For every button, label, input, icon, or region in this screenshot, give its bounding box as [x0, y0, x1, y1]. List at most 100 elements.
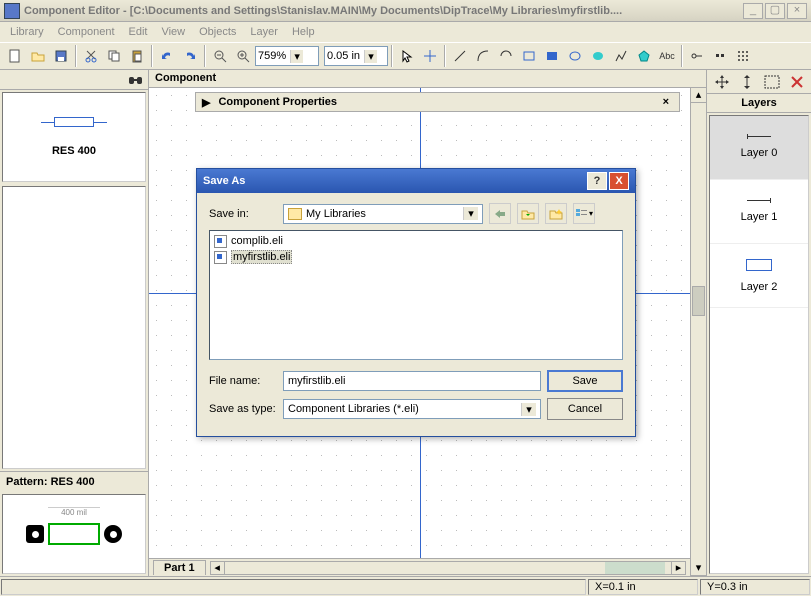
menu-library[interactable]: Library	[4, 24, 50, 40]
file-name-1: myfirstlib.eli	[231, 250, 292, 264]
pad-left-icon	[26, 525, 44, 543]
new-icon[interactable]	[4, 45, 26, 67]
window-title: Component Editor - [C:\Documents and Set…	[24, 5, 743, 17]
origin-icon[interactable]	[709, 45, 731, 67]
zoom-value: 759%	[258, 50, 286, 62]
zoom-select[interactable]: 759%▾	[255, 46, 319, 66]
footprint-body-icon	[48, 523, 100, 545]
type-combo[interactable]: Component Libraries (*.eli) ▾	[283, 399, 541, 419]
menu-view[interactable]: View	[155, 24, 191, 40]
app-icon	[4, 3, 20, 19]
titlebar: Component Editor - [C:\Documents and Set…	[0, 0, 811, 22]
pointer-icon[interactable]	[396, 45, 418, 67]
pattern-label: Pattern: RES 400	[0, 471, 148, 492]
select-rect-icon[interactable]	[764, 75, 780, 89]
library-list[interactable]	[2, 186, 146, 469]
grid-select[interactable]: 0.05 in▾	[324, 46, 388, 66]
cancel-button[interactable]: Cancel	[547, 398, 623, 420]
save-icon[interactable]	[50, 45, 72, 67]
layers-title: Layers	[707, 94, 811, 113]
binoculars-icon[interactable]	[128, 73, 144, 87]
menubar: Library Component Edit View Objects Laye…	[0, 22, 811, 42]
move-icon[interactable]	[714, 74, 730, 90]
close-button[interactable]: ×	[787, 3, 807, 19]
text-icon[interactable]: Abc	[656, 45, 678, 67]
scroll-left-icon[interactable]: ◂	[211, 562, 225, 574]
up-folder-icon[interactable]	[517, 203, 539, 224]
layer1-symbol-icon	[747, 200, 771, 201]
flip-v-icon[interactable]	[740, 74, 754, 90]
redo-icon[interactable]	[179, 45, 201, 67]
pad-right-icon	[104, 525, 122, 543]
h-scrollbar[interactable]: ◂ ▸	[210, 561, 686, 575]
toolbar: 759%▾ 0.05 in▾ Abc	[0, 42, 811, 70]
file-icon	[214, 235, 227, 248]
file-list[interactable]: complib.eli myfirstlib.eli	[209, 230, 623, 360]
new-folder-icon[interactable]	[545, 203, 567, 224]
type-value: Component Libraries (*.eli)	[288, 403, 419, 415]
component-properties-bar[interactable]: ▶ Component Properties ×	[195, 92, 680, 112]
layer1-label: Layer 1	[741, 211, 778, 223]
copy-icon[interactable]	[103, 45, 125, 67]
properties-title: Component Properties	[218, 96, 337, 108]
menu-objects[interactable]: Objects	[193, 24, 242, 40]
layer0-symbol-icon	[747, 136, 771, 137]
statusbar: X=0.1 in Y=0.3 in	[0, 576, 811, 596]
undo-icon[interactable]	[156, 45, 178, 67]
ellipse-fill-icon[interactable]	[587, 45, 609, 67]
layer-item-0[interactable]: Layer 0	[710, 116, 808, 180]
pin-icon[interactable]	[686, 45, 708, 67]
dialog-titlebar[interactable]: Save As ? X	[197, 169, 635, 193]
minimize-button[interactable]: _	[743, 3, 763, 19]
layer0-label: Layer 0	[741, 147, 778, 159]
layer-item-1[interactable]: Layer 1	[710, 180, 808, 244]
polyline-icon[interactable]	[610, 45, 632, 67]
savein-combo[interactable]: My Libraries ▾	[283, 204, 483, 224]
paste-icon[interactable]	[126, 45, 148, 67]
menu-component[interactable]: Component	[52, 24, 121, 40]
menu-help[interactable]: Help	[286, 24, 321, 40]
menu-layer[interactable]: Layer	[244, 24, 284, 40]
scroll-right-icon[interactable]: ▸	[671, 562, 685, 574]
properties-close-icon[interactable]: ×	[659, 96, 673, 108]
chevron-down-icon[interactable]: ▾	[521, 403, 536, 416]
layer-item-2[interactable]: Layer 2	[710, 244, 808, 308]
zoom-in-icon[interactable]	[232, 45, 254, 67]
grid-icon[interactable]	[732, 45, 754, 67]
polygon-icon[interactable]	[633, 45, 655, 67]
expand-arrow-icon[interactable]: ▶	[202, 96, 210, 109]
rect-fill-icon[interactable]	[541, 45, 563, 67]
cut-icon[interactable]	[80, 45, 102, 67]
tab-part1[interactable]: Part 1	[153, 560, 206, 575]
delete-icon[interactable]	[790, 75, 804, 89]
chevron-down-icon[interactable]: ▾	[463, 207, 478, 220]
view-menu-icon[interactable]: ▾	[573, 203, 595, 224]
maximize-button[interactable]: ▢	[765, 3, 785, 19]
dialog-help-button[interactable]: ?	[587, 172, 607, 190]
scroll-up-icon[interactable]: ▴	[691, 88, 706, 103]
right-panel: Layers Layer 0 Layer 1 Layer 2	[706, 70, 811, 576]
type-label: Save as type:	[209, 403, 277, 415]
file-item-0[interactable]: complib.eli	[212, 233, 620, 249]
menu-edit[interactable]: Edit	[123, 24, 154, 40]
save-button[interactable]: Save	[547, 370, 623, 392]
footprint-dimension: 400 mil	[48, 507, 100, 517]
open-icon[interactable]	[27, 45, 49, 67]
v-scrollbar[interactable]: ▴ ▾	[690, 88, 706, 576]
arc-icon[interactable]	[472, 45, 494, 67]
file-item-1[interactable]: myfirstlib.eli	[212, 249, 620, 265]
component-preview: RES 400	[2, 92, 146, 182]
crosshair-icon[interactable]	[419, 45, 441, 67]
ellipse-icon[interactable]	[564, 45, 586, 67]
back-icon[interactable]	[489, 203, 511, 224]
save-as-dialog: Save As ? X Save in: My Libraries ▾ ▾ co…	[196, 168, 636, 437]
zoom-out-icon[interactable]	[209, 45, 231, 67]
dialog-close-button[interactable]: X	[609, 172, 629, 190]
savein-label: Save in:	[209, 208, 277, 220]
scroll-down-icon[interactable]: ▾	[691, 561, 706, 576]
line-icon[interactable]	[449, 45, 471, 67]
arc2-icon[interactable]	[495, 45, 517, 67]
layers-list: Layer 0 Layer 1 Layer 2	[709, 115, 809, 574]
rect-icon[interactable]	[518, 45, 540, 67]
filename-input[interactable]: myfirstlib.eli	[283, 371, 541, 391]
